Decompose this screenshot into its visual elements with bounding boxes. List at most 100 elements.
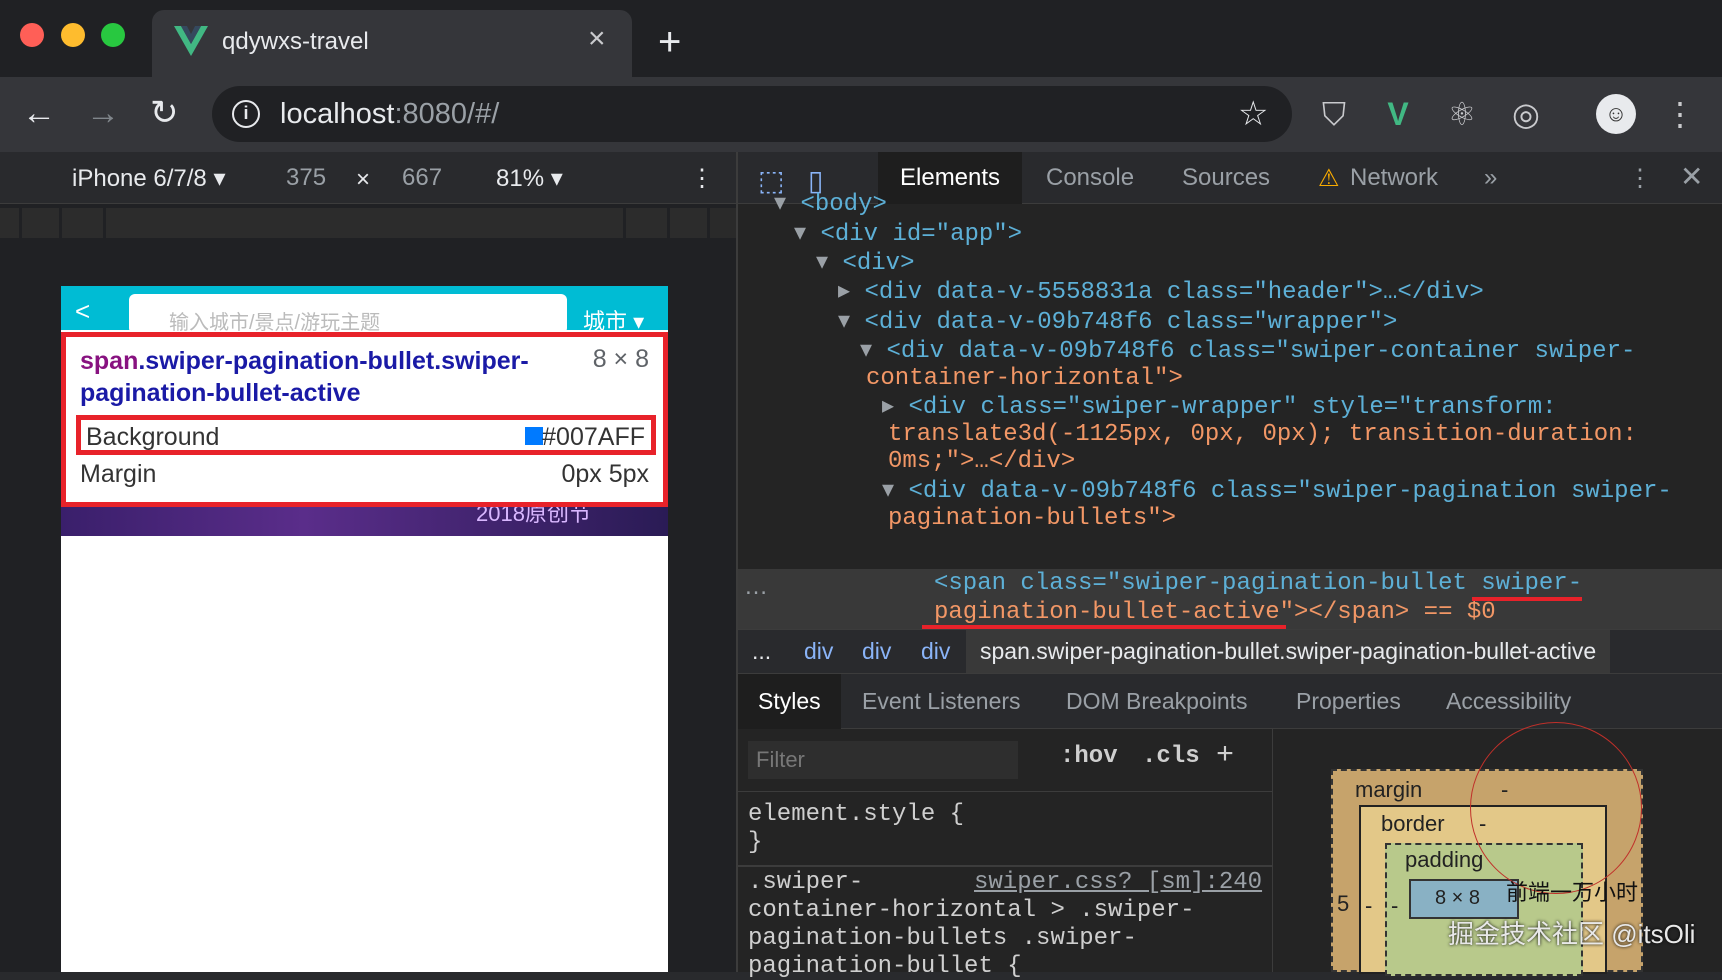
browser-menu-icon[interactable]: ⋮ (1660, 94, 1700, 134)
rule-selector-line: .swiper- (748, 869, 864, 896)
app-header: < 输入城市/景点/游玩主题 城市 ▾ (61, 286, 668, 334)
dom-node[interactable]: ▾ <div data-v-09b748f6 class="wrapper"> (838, 308, 1397, 338)
padding-label: padding (1405, 847, 1484, 872)
maximize-window-button[interactable] (101, 23, 125, 47)
dom-node[interactable]: ▸ <div class="swiper-wrapper" style="tra… (882, 393, 1557, 423)
dom-node-continued: pagination-bullets"> (888, 505, 1177, 532)
breadcrumb-more[interactable]: ... (752, 638, 771, 665)
ruler-segment[interactable] (62, 208, 106, 238)
ruler-segment[interactable] (626, 208, 670, 238)
styles-pane: Filter :hov .cls + element.style { } swi… (738, 729, 1272, 980)
watermark-text: 掘金技术社区 @itsOli (1448, 919, 1696, 949)
shield-extension-icon[interactable]: ⛉ (1314, 94, 1354, 134)
tab-elements[interactable]: Elements (878, 152, 1023, 204)
sidebar-tab-bar: Styles Event Listeners DOM Breakpoints P… (738, 673, 1722, 730)
dimension-separator: × (356, 166, 371, 193)
device-width-input[interactable]: 375 (286, 164, 326, 192)
tab-styles[interactable]: Styles (738, 674, 841, 730)
margin-label: margin (1355, 777, 1423, 802)
device-height-input[interactable]: 667 (402, 164, 442, 192)
tab-network[interactable]: Network (1350, 164, 1438, 192)
tooltip-background-row: Background #007AFF (76, 415, 656, 455)
ruler-segment[interactable] (22, 208, 62, 238)
back-arrow-icon[interactable]: ← (22, 95, 56, 131)
profile-avatar[interactable]: ☺ (1596, 94, 1636, 134)
dom-node[interactable]: ▾ <div data-v-09b748f6 class="swiper-pag… (882, 477, 1672, 507)
tab-sources[interactable]: Sources (1182, 164, 1270, 192)
dom-node[interactable]: ▾ <body> (774, 190, 887, 220)
ruler-segment[interactable] (670, 208, 710, 238)
rule-source-link[interactable]: swiper.css? [sm]:240 (974, 869, 1262, 896)
ruler-segment[interactable] (106, 208, 626, 238)
site-info-icon[interactable]: i (232, 100, 260, 128)
address-bar[interactable]: i localhost:8080/#/ ☆ (212, 86, 1292, 142)
tooltip-selector: span.swiper-pagination-bullet.swiper-pag… (80, 345, 560, 409)
new-tab-button[interactable]: + (658, 22, 681, 62)
selected-dom-node[interactable]: … <span class="swiper-pagination-bullet … (738, 569, 1722, 629)
selected-node-line-1: <span class="swiper-pagination-bullet sw… (934, 570, 1583, 597)
close-window-button[interactable] (20, 23, 44, 47)
vue-devtools-icon[interactable]: V (1378, 94, 1418, 134)
tooltip-tag: span (80, 347, 139, 375)
browser-tab-strip: qdywxs-travel × + (0, 0, 1722, 77)
target-extension-icon[interactable]: ◎ (1506, 94, 1546, 134)
devtools-menu-icon[interactable]: ⋮ (1628, 164, 1652, 193)
padding-left-value: - (1391, 893, 1399, 918)
tooltip-size: 8 × 8 (592, 345, 649, 373)
app-search-input[interactable]: 输入城市/景点/游玩主题 (129, 294, 567, 334)
forward-arrow-icon[interactable]: → (86, 95, 120, 131)
dom-node[interactable]: ▾ <div> (816, 249, 914, 279)
breadcrumb-current[interactable]: span.swiper-pagination-bullet.swiper-pag… (966, 630, 1611, 674)
styles-filter-input[interactable]: Filter (748, 741, 1018, 779)
device-toolbar: iPhone 6/7/8 ▾ 375 × 667 81% ▾ ⋮ (0, 152, 736, 204)
breadcrumb: ... div div div span.swiper-pagination-b… (738, 629, 1722, 674)
device-more-icon[interactable]: ⋮ (690, 164, 714, 193)
cls-toggle[interactable]: .cls (1142, 743, 1200, 770)
breadcrumb-item[interactable]: div (921, 638, 950, 665)
hov-toggle[interactable]: :hov (1060, 743, 1118, 770)
background-label: Background (86, 423, 220, 451)
margin-left-value: 5 (1337, 891, 1350, 916)
back-chevron-icon[interactable]: < (75, 296, 90, 327)
tooltip-classes: .swiper-pagination-bullet.swiper-paginat… (80, 347, 529, 407)
tab-accessibility[interactable]: Accessibility (1446, 688, 1571, 715)
browser-tab[interactable]: qdywxs-travel × (152, 10, 632, 77)
element-style-open: element.style { (748, 801, 965, 828)
device-select[interactable]: iPhone 6/7/8 ▾ (72, 164, 226, 193)
reload-icon[interactable]: ↻ (150, 95, 179, 131)
margin-value: 0px 5px (561, 460, 649, 488)
tab-console[interactable]: Console (1046, 164, 1134, 192)
tab-close-icon[interactable]: × (588, 24, 606, 54)
media-query-ruler[interactable] (0, 208, 736, 238)
react-devtools-icon[interactable]: ⚛ (1442, 94, 1482, 134)
bookmark-star-icon[interactable]: ☆ (1238, 94, 1268, 134)
box-model-content[interactable]: 8 × 8 (1409, 879, 1519, 919)
breadcrumb-item[interactable]: div (862, 638, 891, 665)
rule-selector-line: pagination-bullets .swiper- (748, 925, 1137, 952)
tab-title: qdywxs-travel (222, 28, 369, 55)
breadcrumb-item[interactable]: div (804, 638, 833, 665)
rule-selector-line: container-horizontal > .swiper- (748, 897, 1195, 924)
dom-tree[interactable]: ▾ <body> ▾ <div id="app"> ▾ <div> ▸ <div… (738, 191, 1722, 604)
devtools-close-icon[interactable]: ✕ (1680, 160, 1703, 193)
watermark-title: 前端一万小时 (1506, 880, 1639, 905)
dom-node[interactable]: ▾ <div id="app"> (794, 220, 1022, 250)
tab-properties[interactable]: Properties (1296, 688, 1401, 715)
dom-node[interactable]: ▾ <div data-v-09b748f6 class="swiper-con… (860, 337, 1635, 367)
inspect-tooltip: span.swiper-pagination-bullet.swiper-pag… (61, 332, 668, 507)
dom-node[interactable]: ▸ <div data-v-5558831a class="header">…<… (838, 278, 1484, 308)
dom-node-continued: translate3d(-1125px, 0px, 0px); transiti… (888, 421, 1637, 448)
ruler-segment[interactable] (0, 208, 22, 238)
device-emulation-pane: iPhone 6/7/8 ▾ 375 × 667 81% ▾ ⋮ < 输入城市/… (0, 152, 736, 972)
border-left-value: - (1365, 893, 1373, 918)
element-style-close: } (748, 829, 763, 856)
minimize-window-button[interactable] (61, 23, 85, 47)
border-label: border (1381, 811, 1445, 836)
more-tabs-icon[interactable]: » (1484, 164, 1497, 192)
node-actions-ellipsis[interactable]: … (744, 573, 768, 601)
zoom-select[interactable]: 81% ▾ (496, 164, 563, 193)
color-swatch (525, 427, 543, 445)
new-rule-plus-icon[interactable]: + (1216, 739, 1234, 773)
tab-dom-breakpoints[interactable]: DOM Breakpoints (1066, 688, 1248, 715)
tab-event-listeners[interactable]: Event Listeners (862, 688, 1021, 715)
